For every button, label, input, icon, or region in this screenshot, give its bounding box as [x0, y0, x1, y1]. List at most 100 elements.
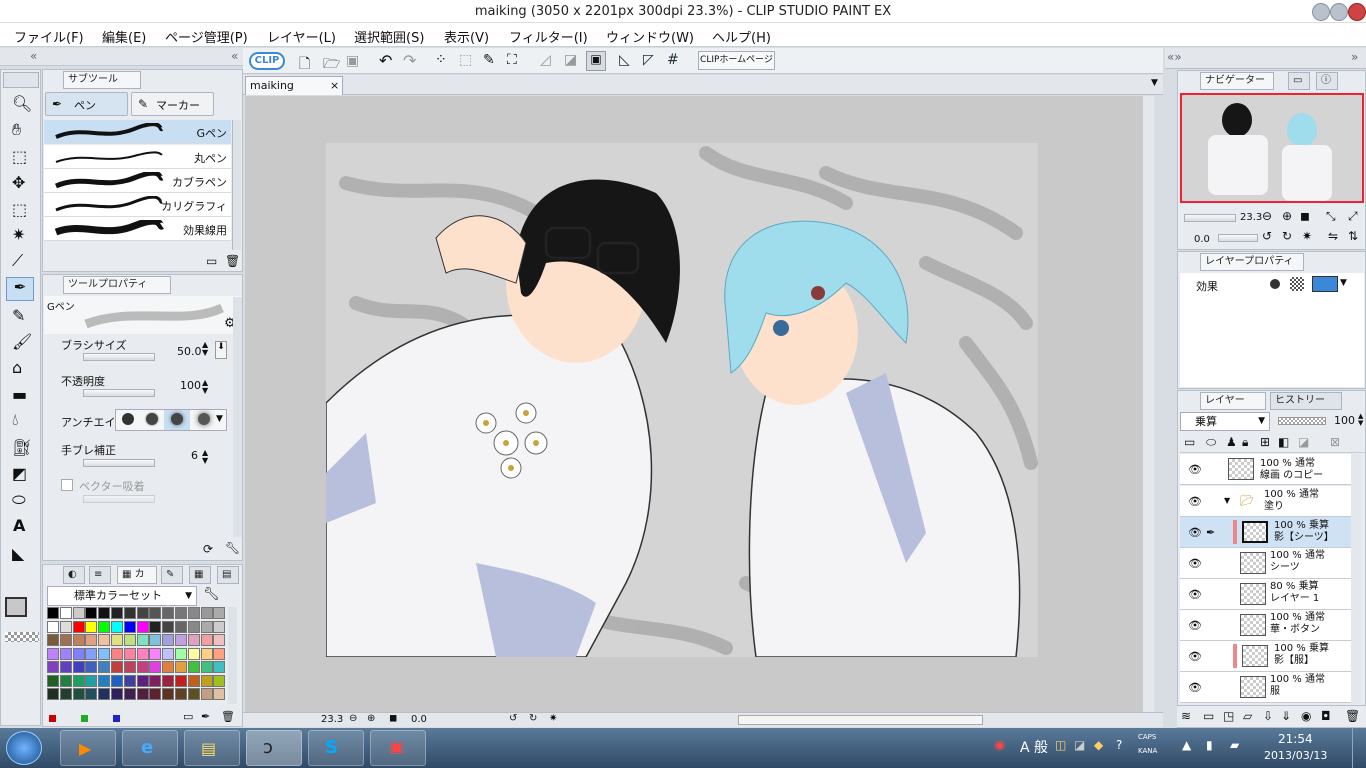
minimize-button[interactable]	[1312, 3, 1330, 21]
layer-color-icon[interactable]	[1312, 276, 1338, 292]
eraser-tool-icon[interactable]: ▬	[12, 385, 27, 404]
color-swatch[interactable]	[47, 634, 59, 646]
hide-outside-icon[interactable]: ◿	[540, 52, 551, 68]
color-swatch[interactable]	[98, 634, 111, 646]
color-swatch[interactable]	[175, 661, 187, 673]
reset-rotation-icon[interactable]: ✷	[549, 713, 557, 724]
color-swatch[interactable]	[59, 674, 72, 687]
color-swatch[interactable]	[123, 674, 136, 687]
color-swatch[interactable]	[98, 661, 111, 673]
tray-app-icon[interactable]: ◉	[994, 738, 1005, 753]
antialias-selector[interactable]: ▼	[115, 409, 227, 431]
color-swatch[interactable]	[72, 607, 85, 619]
menu-select[interactable]: 選択範囲(S)	[354, 27, 424, 46]
layer-row[interactable]: 👁︎ 100 % 通常 華・ボタン	[1180, 610, 1351, 641]
color-swatch[interactable]	[85, 634, 98, 646]
intermediate-color-tab[interactable]: ✎	[161, 566, 183, 584]
lock-layer-icon[interactable]: 🔒︎	[1242, 435, 1248, 450]
color-swatch[interactable]	[175, 647, 187, 660]
taskbar-clip-studio[interactable]: ↄ	[246, 730, 302, 766]
color-swatch[interactable]	[187, 620, 200, 633]
ime-indicator[interactable]: A 般	[1020, 737, 1048, 757]
color-swatch[interactable]	[85, 607, 98, 619]
color-swatch[interactable]	[72, 634, 85, 646]
snap-ruler-icon[interactable]: ◺	[619, 52, 630, 68]
undo-icon[interactable]: ↶	[379, 51, 392, 70]
zoom-tool-icon[interactable]: 🔍︎	[12, 94, 32, 113]
color-swatch[interactable]	[72, 620, 85, 633]
merge-icon[interactable]: ⇓	[1281, 709, 1291, 723]
opacity-value[interactable]: 100	[180, 379, 201, 392]
artwork-canvas[interactable]	[326, 143, 1038, 657]
delete-layer-icon[interactable]: 🗑︎	[1345, 709, 1360, 723]
new-raster-icon[interactable]: ▭	[1184, 435, 1195, 449]
color-swatch[interactable]	[213, 607, 226, 619]
color-swatch[interactable]	[59, 688, 72, 700]
menu-layer[interactable]: レイヤー(L)	[267, 27, 336, 46]
color-swatch[interactable]	[136, 647, 149, 660]
menu-window[interactable]: ウィンドウ(W)	[606, 27, 694, 46]
color-swatch[interactable]	[111, 661, 123, 673]
history-tab[interactable]: ヒストリー	[1270, 392, 1342, 410]
color-swatch[interactable]	[85, 661, 98, 673]
antialias-none-icon[interactable]	[122, 413, 134, 425]
clip-home-button[interactable]: CLIPホームページ	[698, 51, 775, 70]
brush-list-scrollbar[interactable]	[232, 120, 241, 250]
canvas-horizontal-scrollbar[interactable]	[738, 715, 983, 725]
battery-icon[interactable]: ▮	[1206, 738, 1213, 752]
taskbar-media-player[interactable]: ▶	[60, 730, 116, 766]
lock-alpha-icon[interactable]: ⊞	[1260, 435, 1270, 449]
tool-property-scrollbar[interactable]	[233, 297, 242, 537]
color-swatch[interactable]	[200, 688, 213, 700]
color-swatch[interactable]	[213, 634, 226, 646]
layer-tab[interactable]: レイヤー	[1200, 392, 1266, 410]
antialias-dropdown-icon[interactable]: ▼	[216, 414, 223, 424]
color-swatch[interactable]	[213, 661, 226, 673]
tone-effect-icon[interactable]	[1290, 277, 1304, 291]
gradient-tool-icon[interactable]: ◩	[12, 464, 27, 483]
collapse-left-icon[interactable]: «	[30, 49, 37, 63]
brush-effect-line[interactable]: 効果線用	[44, 217, 231, 241]
brush-g-pen[interactable]: Gペン	[44, 120, 231, 144]
crop-icon[interactable]: ⬚	[459, 52, 472, 68]
clear-selection-icon[interactable]: ⁘	[435, 52, 447, 68]
color-swatch[interactable]	[98, 620, 111, 633]
vector-snap-checkbox[interactable]	[61, 479, 73, 491]
subtool-group-marker[interactable]: ✎ マーカー	[131, 92, 214, 116]
collapse-right-icon[interactable]: »	[1351, 50, 1358, 64]
color-swatch[interactable]	[149, 661, 162, 673]
menu-edit[interactable]: 編集(E)	[102, 27, 146, 46]
snap-special-icon[interactable]: ◸	[643, 52, 654, 68]
color-swatch[interactable]	[47, 661, 59, 673]
brush-tool-icon[interactable]: 🖌︎	[12, 332, 32, 351]
clip-layer-icon[interactable]: ⬭	[1206, 435, 1216, 450]
color-swatch[interactable]	[162, 688, 175, 700]
zoom-in-icon[interactable]: ⊕	[367, 713, 375, 724]
color-swatch-grid[interactable]	[47, 607, 227, 704]
color-swatch[interactable]	[213, 688, 226, 700]
color-swatch[interactable]	[72, 647, 85, 660]
color-swatch[interactable]	[149, 647, 162, 660]
color-swatch[interactable]	[47, 647, 59, 660]
apply-mask-icon[interactable]: ◘	[1321, 709, 1331, 723]
rotate-right-icon[interactable]: ↻	[529, 713, 537, 724]
layer-row[interactable]: 👁︎ 100 % 通常 線画 のコピー	[1180, 454, 1351, 485]
color-swatch[interactable]	[149, 688, 162, 700]
eyedropper-icon[interactable]: ⟋	[12, 251, 23, 271]
add-color-icon[interactable]: ▭	[183, 710, 193, 723]
color-swatch[interactable]	[59, 607, 72, 619]
transparent-color-swatch[interactable]	[5, 632, 39, 642]
navigator-rotate-left-icon[interactable]: ↺	[1262, 229, 1272, 243]
eye-icon[interactable]: 👁︎	[1188, 650, 1202, 663]
text-tool-icon[interactable]: A	[13, 516, 25, 535]
layer-list-scrollbar[interactable]	[1351, 454, 1362, 704]
navigator-angle-slider[interactable]	[1218, 234, 1258, 242]
sub-view-tab[interactable]: ▭	[1288, 72, 1310, 90]
zoom-value[interactable]: 23.3	[321, 714, 343, 725]
color-swatch[interactable]	[47, 688, 59, 700]
ime-help-icon[interactable]: ◆	[1094, 738, 1103, 752]
menu-page[interactable]: ページ管理(P)	[165, 27, 248, 46]
menu-filter[interactable]: フィルター(I)	[509, 27, 588, 46]
color-set-tab[interactable]: ▦ カ	[117, 566, 157, 584]
color-swatch[interactable]	[98, 607, 111, 619]
